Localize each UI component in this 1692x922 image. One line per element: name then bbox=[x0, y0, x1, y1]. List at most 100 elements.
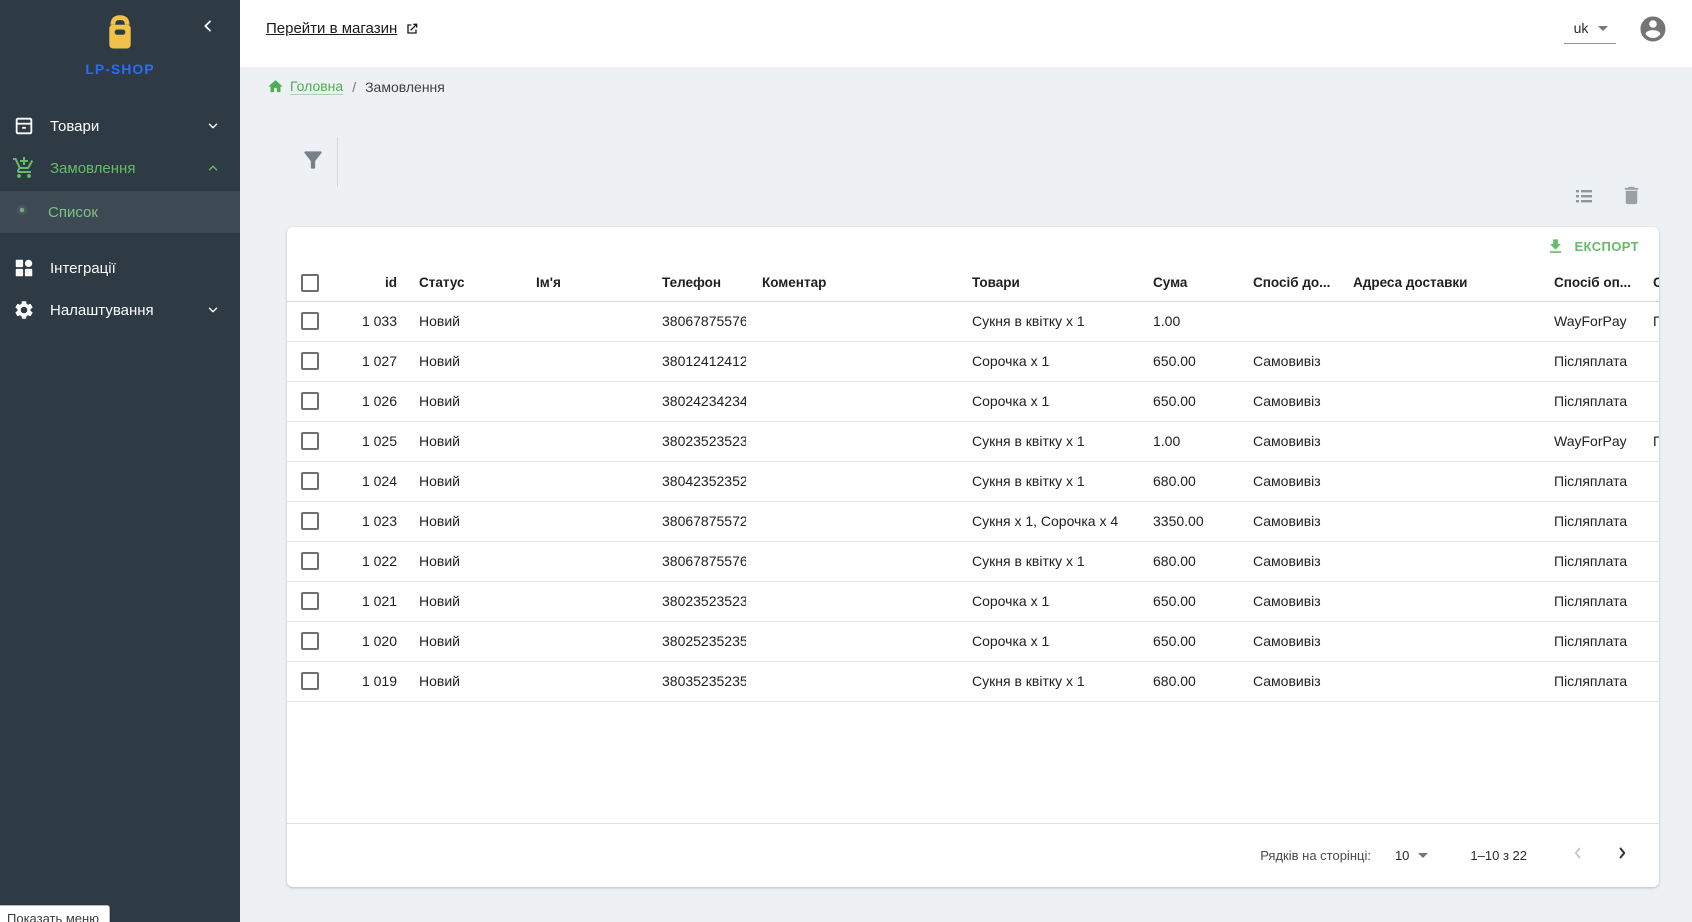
bullet-dot-icon bbox=[14, 202, 30, 223]
column-header-status[interactable]: Статус bbox=[403, 265, 520, 301]
cell-delivery_address bbox=[1337, 541, 1538, 581]
orders-table-body: 1 033Новий380678755765Сукня в квітку х 1… bbox=[287, 301, 1659, 701]
row-checkbox[interactable] bbox=[301, 432, 319, 450]
breadcrumb-home-label[interactable]: Головна bbox=[290, 78, 343, 95]
cell-name bbox=[520, 301, 646, 341]
sidebar-item-orders[interactable]: Замовлення bbox=[0, 147, 240, 189]
orders-admin-page: LP-SHOP Товари Замовлення bbox=[0, 0, 1692, 922]
orders-table-wrap: id Статус Ім'я Телефон Коментар Товари С… bbox=[287, 265, 1659, 702]
filter-button[interactable] bbox=[300, 147, 326, 173]
rows-per-page-label: Рядків на сторінці: bbox=[1260, 848, 1371, 863]
cell-extra bbox=[1637, 661, 1659, 701]
table-row[interactable]: 1 024Новий380423523523Сукня в квітку х 1… bbox=[287, 461, 1659, 501]
export-button[interactable]: ЕКСПОРТ bbox=[1538, 233, 1647, 260]
cell-id: 1 024 bbox=[331, 461, 403, 501]
pagination-range: 1–10 з 22 bbox=[1470, 848, 1527, 863]
column-header-phone[interactable]: Телефон bbox=[646, 265, 746, 301]
cell-comment bbox=[746, 541, 956, 581]
go-to-store-link[interactable]: Перейти в магазин bbox=[266, 20, 420, 37]
cell-status: Новий bbox=[403, 421, 520, 461]
cell-payment_method: Післяплата bbox=[1538, 541, 1637, 581]
cell-payment_method: Післяплата bbox=[1538, 381, 1637, 421]
sidebar-item-label: Замовлення bbox=[50, 160, 206, 177]
delete-button[interactable] bbox=[1620, 184, 1644, 208]
row-checkbox[interactable] bbox=[301, 472, 319, 490]
cell-name bbox=[520, 341, 646, 381]
row-checkbox[interactable] bbox=[301, 632, 319, 650]
user-menu-button[interactable] bbox=[1638, 14, 1668, 44]
cell-sum: 1.00 bbox=[1137, 301, 1237, 341]
cell-id: 1 022 bbox=[331, 541, 403, 581]
sidebar-item-label: Інтеграції bbox=[50, 260, 220, 277]
row-checkbox[interactable] bbox=[301, 672, 319, 690]
select-all-checkbox[interactable] bbox=[301, 274, 319, 292]
grid-actions bbox=[1548, 184, 1644, 208]
cell-delivery_method: Самовивіз bbox=[1237, 581, 1337, 621]
cell-delivery_address bbox=[1337, 381, 1538, 421]
column-header-comment[interactable]: Коментар bbox=[746, 265, 956, 301]
breadcrumb: Головна / Замовлення bbox=[267, 78, 445, 95]
sidebar-item-orders-list[interactable]: Список bbox=[0, 191, 240, 233]
column-header-delivery-address[interactable]: Адреса доставки bbox=[1337, 265, 1538, 301]
sidebar-item-settings[interactable]: Налаштування bbox=[0, 289, 240, 331]
funnel-icon bbox=[300, 147, 326, 173]
breadcrumb-home-link[interactable]: Головна bbox=[267, 78, 343, 95]
column-header-delivery-method[interactable]: Спосіб до... bbox=[1237, 265, 1337, 301]
table-row[interactable]: 1 026Новий380242342342Сорочка х 1650.00С… bbox=[287, 381, 1659, 421]
column-header-name[interactable]: Ім'я bbox=[520, 265, 646, 301]
sidebar-item-integrations[interactable]: Інтеграції bbox=[0, 247, 240, 289]
table-header-row: id Статус Ім'я Телефон Коментар Товари С… bbox=[287, 265, 1659, 301]
column-header-clipped[interactable]: Ст bbox=[1637, 265, 1659, 301]
cell-sum: 650.00 bbox=[1137, 581, 1237, 621]
column-header-payment-method[interactable]: Спосіб оп... bbox=[1538, 265, 1637, 301]
cell-extra bbox=[1637, 541, 1659, 581]
cell-sum: 650.00 bbox=[1137, 621, 1237, 661]
gear-icon bbox=[12, 298, 36, 322]
cell-payment_method: Післяплата bbox=[1538, 661, 1637, 701]
cell-phone: 380124124124 bbox=[646, 341, 746, 381]
row-checkbox[interactable] bbox=[301, 512, 319, 530]
row-checkbox[interactable] bbox=[301, 392, 319, 410]
table-row[interactable]: 1 022Новий380678755765Сукня в квітку х 1… bbox=[287, 541, 1659, 581]
row-checkbox[interactable] bbox=[301, 552, 319, 570]
table-row[interactable]: 1 027Новий380124124124Сорочка х 1650.00С… bbox=[287, 341, 1659, 381]
table-row[interactable]: 1 021Новий380235235235Сорочка х 1650.00С… bbox=[287, 581, 1659, 621]
language-select[interactable]: uk bbox=[1564, 14, 1616, 44]
column-header-id[interactable]: id bbox=[331, 265, 403, 301]
language-value: uk bbox=[1574, 20, 1589, 36]
cell-delivery_address bbox=[1337, 461, 1538, 501]
cell-status: Новий bbox=[403, 621, 520, 661]
trash-icon bbox=[1620, 184, 1643, 207]
column-header-products[interactable]: Товари bbox=[956, 265, 1137, 301]
breadcrumb-current: Замовлення bbox=[365, 79, 445, 95]
column-settings-button[interactable] bbox=[1572, 184, 1596, 208]
row-checkbox[interactable] bbox=[301, 312, 319, 330]
cell-sum: 1.00 bbox=[1137, 421, 1237, 461]
table-row[interactable]: 1 025Новий380235235235Сукня в квітку х 1… bbox=[287, 421, 1659, 461]
column-header-sum[interactable]: Сума bbox=[1137, 265, 1237, 301]
table-row[interactable]: 1 033Новий380678755765Сукня в квітку х 1… bbox=[287, 301, 1659, 341]
chevron-left-icon bbox=[1569, 844, 1587, 862]
cell-comment bbox=[746, 501, 956, 541]
cell-id: 1 027 bbox=[331, 341, 403, 381]
sidebar-item-label: Список bbox=[48, 204, 98, 221]
view-list-icon bbox=[1572, 184, 1596, 208]
collapse-sidebar-button[interactable] bbox=[196, 16, 220, 40]
rows-per-page-select[interactable]: 10 bbox=[1395, 848, 1428, 863]
cell-name bbox=[520, 541, 646, 581]
table-row[interactable]: 1 019Новий380352352353Сукня в квітку х 1… bbox=[287, 661, 1659, 701]
cell-name bbox=[520, 581, 646, 621]
cell-sum: 680.00 bbox=[1137, 461, 1237, 501]
cell-products: Сорочка х 1 bbox=[956, 621, 1137, 661]
row-checkbox[interactable] bbox=[301, 352, 319, 370]
cell-name bbox=[520, 461, 646, 501]
table-row[interactable]: 1 020Новий380252352352Сорочка х 1650.00С… bbox=[287, 621, 1659, 661]
table-row[interactable]: 1 023Новий380678755722Сукня х 1, Сорочка… bbox=[287, 501, 1659, 541]
cell-id: 1 023 bbox=[331, 501, 403, 541]
previous-page-button[interactable] bbox=[1569, 844, 1587, 867]
cell-comment bbox=[746, 301, 956, 341]
sidebar-item-products[interactable]: Товари bbox=[0, 105, 240, 147]
row-checkbox[interactable] bbox=[301, 592, 319, 610]
next-page-button[interactable] bbox=[1613, 844, 1631, 867]
cell-id: 1 021 bbox=[331, 581, 403, 621]
